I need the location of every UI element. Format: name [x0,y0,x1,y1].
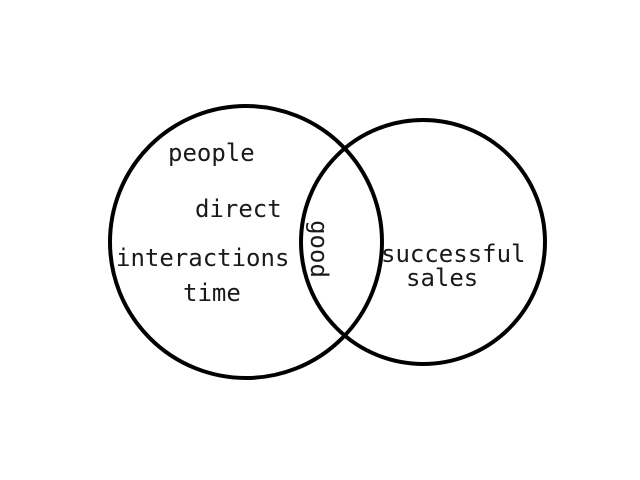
left-term-interactions: interactions [116,244,289,272]
right-term-sales: sales [406,264,478,292]
overlap-term-good: good [305,220,333,278]
venn-diagram: people direct interactions time good suc… [108,104,547,380]
left-term-time: time [183,279,241,307]
left-term-direct: direct [195,195,282,223]
left-term-people: people [168,139,255,167]
